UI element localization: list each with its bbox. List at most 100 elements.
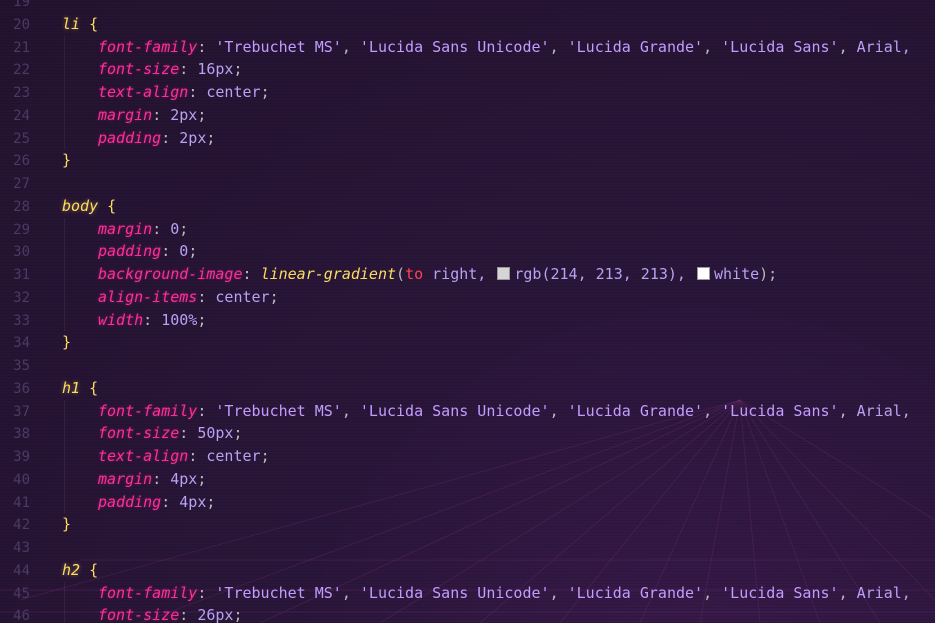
token-punc: ,	[838, 401, 857, 420]
token-id: center	[215, 287, 270, 306]
token-punc: ;	[188, 242, 198, 261]
code-line[interactable]: 33 width: 100%;	[0, 308, 935, 332]
token-sel: h1	[62, 378, 81, 397]
code-text: body {	[62, 195, 116, 218]
indent-guide	[64, 240, 65, 263]
code-line[interactable]: 44 h2 {	[0, 559, 935, 582]
token-punc: ;	[233, 424, 243, 443]
token-id: 4px	[179, 492, 207, 511]
token-punc: :	[197, 287, 216, 306]
code-text: font-size: 50px;	[98, 422, 243, 445]
code-text: }	[62, 149, 71, 172]
code-line[interactable]: 20 li {	[0, 13, 935, 36]
color-swatch-icon[interactable]	[697, 267, 710, 280]
code-line[interactable]: 29 margin: 0;	[0, 217, 935, 241]
token-punc: :	[143, 310, 162, 329]
token-punc: :	[152, 469, 171, 488]
code-text: }	[62, 513, 71, 536]
token-str2: 'Trebuchet MS'	[215, 401, 342, 420]
token-brace: {	[98, 196, 117, 215]
line-number: 44	[13, 562, 30, 579]
token-prop: padding	[98, 128, 162, 147]
code-line[interactable]: 41 padding: 4px;	[0, 490, 935, 514]
code-line[interactable]: 36 h1 {	[0, 377, 935, 400]
code-line[interactable]: 23 text-align: center;	[0, 81, 935, 104]
token-punc: ,	[549, 37, 568, 56]
code-line[interactable]: 37 font-family: 'Trebuchet MS', 'Lucida S…	[0, 399, 935, 423]
token-id: Arial,	[856, 583, 911, 602]
line-number: 26	[13, 153, 30, 170]
indent-guide	[64, 604, 65, 623]
token-str2: 'Lucida Sans'	[721, 401, 839, 420]
color-swatch-icon[interactable]	[497, 267, 511, 280]
token-punc: ;	[269, 287, 279, 306]
token-id: center	[206, 447, 261, 465]
code-text: background-image: linear-gradient(to rig…	[98, 263, 777, 286]
code-lines[interactable]: 19 20 li {21 font-family: 'Trebuchet MS', '…	[0, 0, 935, 623]
token-punc: ;	[197, 310, 207, 329]
token-punc: ,	[703, 37, 722, 56]
indent-guide	[64, 581, 65, 605]
token-id: 100%	[161, 310, 198, 329]
token-str2: 'Lucida Grande'	[567, 401, 704, 420]
code-line[interactable]: 42}	[0, 513, 935, 536]
token-prop: padding	[98, 242, 162, 261]
code-line[interactable]: 34}	[0, 331, 935, 354]
code-line[interactable]: 28 body {	[0, 195, 935, 218]
token-punc: ;	[233, 60, 243, 79]
token-punc: :	[161, 242, 180, 261]
token-id: 2px	[170, 105, 198, 124]
code-line[interactable]: 27	[0, 172, 935, 195]
indent-guide	[64, 285, 65, 309]
token-punc: ,	[703, 401, 722, 420]
token-id: rgb	[514, 265, 542, 283]
code-text: padding: 2px;	[98, 127, 215, 150]
token-str2: 'Lucida Grande'	[567, 583, 704, 602]
line-number: 31	[13, 267, 30, 283]
code-line[interactable]: 40 margin: 4px;	[0, 467, 935, 491]
indent-guide	[64, 399, 65, 423]
code-line[interactable]: 30 padding: 0;	[0, 240, 935, 263]
code-line[interactable]: 45 font-family: 'Trebuchet MS', 'Lucida S…	[0, 581, 935, 605]
code-text: padding: 0;	[98, 240, 197, 263]
token-brace: }	[62, 151, 72, 170]
code-text: margin: 2px;	[98, 104, 206, 127]
code-line[interactable]: 35	[0, 354, 935, 377]
line-number: 40	[13, 471, 30, 488]
line-number: 20	[13, 16, 30, 33]
token-str2: 'Lucida Sans Unicode'	[359, 401, 550, 420]
indent-guide	[64, 467, 65, 491]
token-punc: ,	[838, 583, 857, 602]
code-line[interactable]: 26}	[0, 149, 935, 172]
token-str2: 'Lucida Sans Unicode'	[359, 37, 550, 56]
code-line[interactable]: 24 margin: 2px;	[0, 103, 935, 127]
token-prop: font-family	[98, 37, 198, 56]
code-line[interactable]: 38 font-size: 50px;	[0, 422, 935, 445]
code-line[interactable]: 21 font-family: 'Trebuchet MS', 'Lucida S…	[0, 35, 935, 59]
indent-guide	[64, 263, 65, 286]
code-line[interactable]: 46 font-size: 26px;	[0, 604, 935, 623]
token-prop: margin	[98, 469, 153, 488]
token-prop: font-family	[98, 401, 198, 420]
code-line[interactable]: 31 background-image: linear-gradient(to r…	[0, 263, 935, 286]
code-line[interactable]: 43	[0, 536, 935, 559]
token-prop: text-align	[98, 447, 189, 465]
code-line[interactable]: 22 font-size: 16px;	[0, 58, 935, 81]
line-number: 45	[13, 585, 30, 602]
token-punc: ,	[549, 583, 568, 602]
token-brace: {	[80, 14, 99, 33]
token-id: 16px	[197, 60, 234, 79]
code-editor[interactable]: 19 20 li {21 font-family: 'Trebuchet MS', '…	[0, 0, 935, 623]
token-id: (214, 213, 213),	[541, 265, 695, 283]
code-text: font-family: 'Trebuchet MS', 'Lucida San…	[98, 582, 911, 605]
code-line[interactable]: 19	[0, 0, 935, 13]
indent-guide	[64, 308, 65, 332]
code-line[interactable]: 25 padding: 2px;	[0, 126, 935, 150]
token-id: 26px	[197, 606, 234, 623]
token-id: center	[206, 83, 261, 101]
code-line[interactable]: 39 text-align: center;	[0, 445, 935, 468]
token-punc: ,	[549, 401, 568, 420]
code-line[interactable]: 32 align-items: center;	[0, 285, 935, 309]
token-id: 2px	[179, 128, 207, 147]
token-punc: ;	[197, 105, 207, 124]
